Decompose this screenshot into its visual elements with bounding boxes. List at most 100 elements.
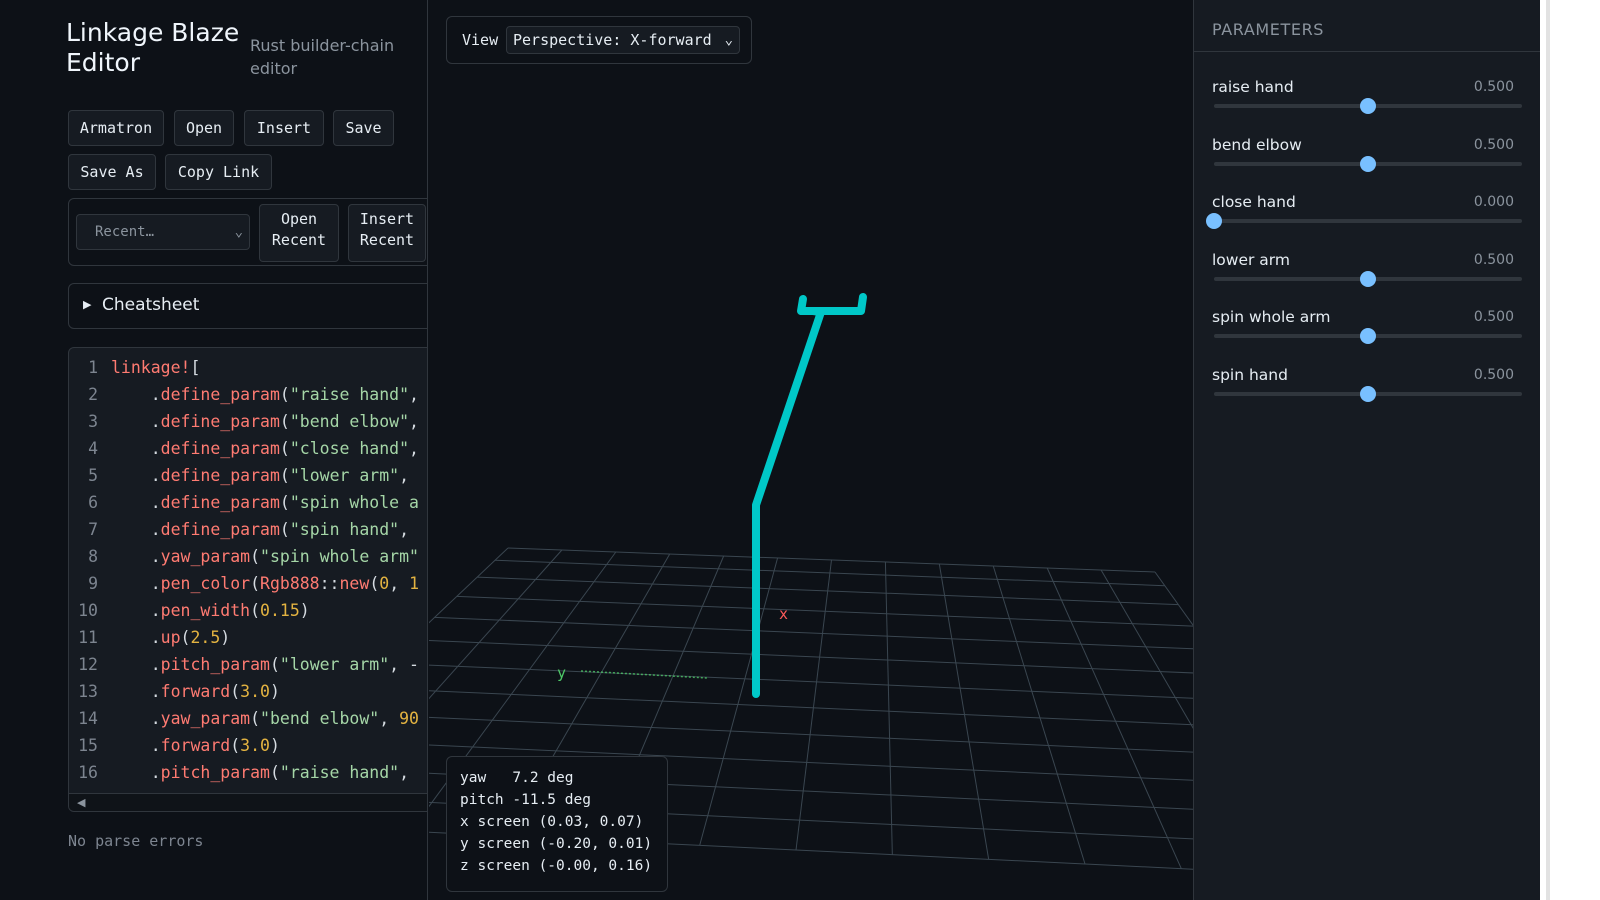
code-token: "raise hand" (279, 763, 400, 782)
code-token: yaw_param (160, 547, 251, 566)
code-token: . (111, 385, 161, 404)
code-token: :: (319, 574, 340, 593)
code-token: , (409, 385, 419, 404)
window-edge (1546, 0, 1550, 900)
code-token: 1 (409, 574, 419, 593)
code-line: 7 .define_param("spin hand", (69, 516, 427, 543)
parameter-label: lower arm (1212, 250, 1290, 269)
code-text: .define_param("raise hand", (111, 381, 419, 408)
code-token: "spin hand" (289, 520, 400, 539)
open-button[interactable]: Open (174, 110, 234, 146)
code-token: . (111, 520, 161, 539)
code-token: ( (279, 520, 290, 539)
code-token: ( (279, 466, 290, 485)
line-number: 6 (88, 493, 98, 512)
code-token: 3.0 (240, 682, 270, 701)
code-token: ) (299, 601, 310, 620)
code-text: .up(2.5) (111, 624, 231, 651)
parameter-slider: bend elbow 0.500 (1212, 136, 1524, 192)
code-text: .forward(3.0) (111, 732, 280, 759)
line-number: 5 (88, 466, 98, 485)
copy-link-button[interactable]: Copy Link (165, 154, 272, 190)
code-token: define_param (160, 385, 280, 404)
view-label: View (462, 31, 499, 49)
code-token: . (111, 547, 161, 566)
slider-thumb[interactable] (1360, 98, 1376, 114)
code-token: define_param (160, 439, 280, 458)
code-text: linkage![ (111, 354, 200, 381)
code-line: 12 .pitch_param("lower arm", - (69, 651, 427, 678)
slider-track[interactable] (1214, 219, 1522, 223)
3d-viewport[interactable]: x y View Perspective: X-forward ⌄ yaw 7.2… (429, 0, 1193, 900)
code-token: 2.5 (190, 628, 221, 647)
readout-line: yaw 7.2 deg (460, 770, 574, 786)
code-line: 8 .yaw_param("spin whole arm" (69, 543, 427, 570)
parameter-label: spin whole arm (1212, 308, 1331, 326)
code-token: pen_color (160, 574, 251, 593)
armatron-button[interactable]: Armatron (68, 110, 164, 146)
code-line: 15 .forward(3.0) (69, 732, 427, 759)
save-button[interactable]: Save (333, 110, 394, 146)
grid-line (884, 561, 893, 855)
code-token: "lower arm" (279, 655, 390, 674)
code-token: . (111, 763, 161, 782)
code-line: 4 .define_param("close hand", (69, 435, 427, 462)
code-token: ) (220, 628, 231, 647)
line-number: 14 (78, 709, 98, 728)
parameter-slider: close hand 0.000 (1206, 193, 1524, 249)
code-lines: 1 linkage![2 .define_param("raise hand", 3… (69, 354, 427, 786)
parameter-label: raise hand (1212, 78, 1294, 96)
code-token: define_param (160, 412, 280, 431)
code-token: , - (389, 655, 419, 674)
slider-thumb[interactable] (1360, 385, 1376, 402)
code-token: forward (160, 682, 231, 701)
save-as-button[interactable]: Save As (68, 154, 156, 190)
view-select[interactable]: Perspective: X-forward ⌄ (506, 26, 740, 54)
slider-thumb[interactable] (1360, 270, 1376, 287)
code-token: , (379, 709, 400, 728)
parameter-value: 0.000 (1473, 194, 1514, 210)
code-token: 0.15 (260, 601, 300, 620)
code-token: ( (279, 439, 290, 458)
code-text: .define_param("spin hand", (111, 516, 409, 543)
code-text: .define_param("lower arm", (111, 462, 409, 489)
grid-line (1046, 567, 1182, 869)
parameter-value: 0.500 (1473, 309, 1514, 325)
parameter-value: 0.500 (1473, 79, 1514, 95)
code-text: .define_param("spin whole a (111, 489, 419, 516)
parameter-value: 0.500 (1473, 251, 1514, 268)
open-recent-button[interactable]: Open Recent (259, 204, 339, 262)
code-token: . (111, 655, 161, 674)
parameter-slider: lower arm 0.500 (1212, 251, 1524, 307)
slider-thumb[interactable] (1360, 328, 1376, 344)
insert-recent-label-1: Insert (359, 210, 415, 228)
line-number: 8 (88, 547, 98, 566)
horizontal-scrollbar[interactable]: ◀ (69, 793, 427, 811)
scroll-left-arrow-icon[interactable]: ◀ (77, 796, 85, 809)
open-recent-label-2: Recent (271, 231, 327, 249)
code-token: ( (269, 763, 280, 782)
code-token: new (339, 574, 370, 593)
view-control: View Perspective: X-forward ⌄ (446, 16, 752, 64)
code-text: .yaw_param("spin whole arm" (111, 543, 419, 570)
code-token: ( (279, 385, 290, 404)
code-token: 3.0 (240, 736, 270, 755)
insert-recent-button[interactable]: Insert Recent (348, 204, 426, 262)
code-token: ( (279, 493, 290, 512)
code-token: "spin whole arm" (260, 547, 419, 566)
app-window: Linkage Blaze Editor Rust builder-chain … (0, 0, 1540, 900)
recent-select-placeholder: Recent… (95, 224, 155, 240)
code-token: . (111, 628, 161, 647)
insert-button[interactable]: Insert (244, 110, 324, 146)
code-token: yaw_param (160, 709, 251, 728)
grid-line (938, 563, 990, 860)
cheatsheet-toggle[interactable]: ▶ Cheatsheet (68, 283, 427, 329)
code-token: 90 (399, 709, 419, 728)
code-token: ( (250, 547, 261, 566)
code-token: , (399, 466, 410, 485)
code-editor[interactable]: 1 linkage![2 .define_param("raise hand", 3… (68, 347, 427, 812)
line-number: 12 (78, 655, 98, 674)
slider-thumb[interactable] (1206, 213, 1222, 229)
slider-thumb[interactable] (1360, 155, 1376, 172)
recent-select[interactable]: Recent… ⌄ (76, 214, 250, 250)
